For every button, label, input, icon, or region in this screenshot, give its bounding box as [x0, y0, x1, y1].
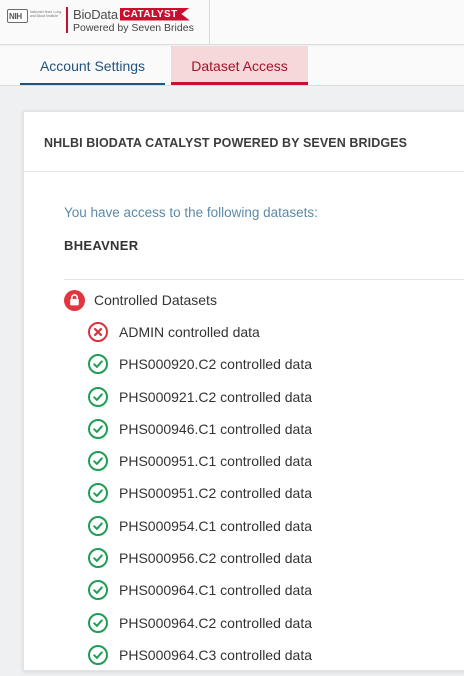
dataset-label: PHS000951.C1 controlled data — [119, 453, 313, 470]
dataset-row: PHS000964.C2 controlled data — [88, 612, 312, 644]
brand-wordmark: BioData CATALYST — [73, 6, 190, 22]
card-title: NHLBI BIODATA CATALYST POWERED BY SEVEN … — [44, 136, 408, 150]
controlled-datasets-group: Controlled Datasets — [64, 289, 217, 311]
nih-logo: NIH — [7, 9, 28, 23]
access-intro-text: You have access to the following dataset… — [64, 205, 318, 220]
dataset-row: PHS000956.C2 controlled data — [88, 547, 312, 579]
dataset-label: PHS000964.C3 controlled data — [119, 646, 313, 663]
dataset-label: PHS000954.C1 controlled data — [119, 517, 313, 534]
dataset-label: PHS000921.C2 controlled data — [119, 388, 313, 405]
dataset-label: PHS000951.C2 controlled data — [119, 485, 313, 502]
access-granted-icon — [88, 386, 108, 407]
dataset-label: PHS000964.C2 controlled data — [119, 614, 313, 631]
dataset-list: ADMIN controlled data PHS000920.C2 contro… — [88, 321, 312, 676]
brand-tagline: Powered by Seven Brides — [73, 22, 194, 34]
logo-divider — [66, 7, 68, 33]
dataset-label: ADMIN controlled data — [119, 324, 260, 340]
top-bar: NIH National Heart, Lung, and Blood Inst… — [0, 0, 464, 45]
access-granted-icon — [88, 515, 108, 536]
access-granted-icon — [88, 612, 108, 633]
nhlbi-logo-text: National Heart, Lung, and Blood Institut… — [30, 10, 63, 19]
access-granted-icon — [88, 451, 108, 472]
tab-dataset-access[interactable]: Dataset Access — [171, 46, 308, 85]
access-granted-icon — [88, 548, 108, 569]
dataset-row: PHS000954.C1 controlled data — [88, 515, 312, 547]
user-divider — [64, 279, 464, 280]
brand-name: BioData — [73, 6, 118, 22]
access-granted-icon — [88, 354, 108, 375]
dataset-row: PHS000921.C2 controlled data — [88, 386, 312, 418]
settings-tabs: Account Settings Dataset Access — [0, 46, 464, 86]
group-label: Controlled Datasets — [94, 292, 217, 308]
biodata-catalyst-logo[interactable]: NIH National Heart, Lung, and Blood Inst… — [0, 0, 210, 44]
access-denied-icon — [88, 322, 108, 342]
dataset-label: PHS000956.C2 controlled data — [119, 550, 313, 567]
dataset-row: PHS000920.C2 controlled data — [88, 353, 312, 385]
dataset-row: ADMIN controlled data — [88, 321, 312, 353]
username: BHEAVNER — [64, 238, 139, 253]
dataset-row: PHS000964.C1 controlled data — [88, 579, 312, 611]
brand-flag: CATALYST — [119, 7, 190, 21]
dataset-label: PHS000946.C1 controlled data — [119, 420, 313, 437]
dataset-access-card: NHLBI BIODATA CATALYST POWERED BY SEVEN … — [23, 111, 464, 671]
access-granted-icon — [88, 483, 108, 504]
tab-account-settings[interactable]: Account Settings — [20, 46, 165, 85]
dataset-row: PHS000951.C1 controlled data — [88, 450, 312, 482]
dataset-label: PHS000964.C1 controlled data — [119, 582, 313, 599]
access-granted-icon — [88, 580, 108, 601]
dataset-row: PHS000951.C2 controlled data — [88, 482, 312, 514]
dataset-label: PHS000920.C2 controlled data — [119, 356, 313, 373]
lock-icon — [64, 289, 85, 311]
access-granted-icon — [88, 418, 108, 439]
dataset-row: PHS000964.C3 controlled data — [88, 644, 312, 676]
card-divider — [24, 171, 464, 172]
dataset-row: PHS000946.C1 controlled data — [88, 418, 312, 450]
